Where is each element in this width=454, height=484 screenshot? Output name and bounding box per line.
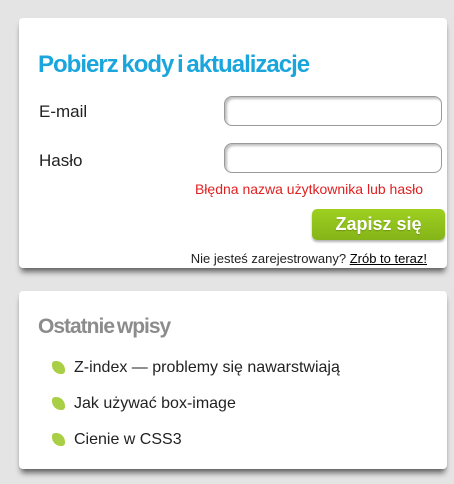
register-prompt-row: Nie jesteś zarejestrowany? Zrób to teraz… <box>191 251 427 266</box>
register-link[interactable]: Zrób to teraz! <box>350 251 427 266</box>
email-field[interactable] <box>224 96 442 126</box>
post-link[interactable]: Jak używać box-image <box>74 395 236 413</box>
leaf-bullet-icon <box>52 397 65 410</box>
login-card: Pobierz kody i aktualizacje E-mail Hasło… <box>19 18 447 268</box>
post-link[interactable]: Cienie w CSS3 <box>74 431 182 449</box>
recent-posts-card: Ostatnie wpisy Z-index — problemy się na… <box>19 291 447 469</box>
post-link[interactable]: Z-index — problemy się nawarstwiają <box>74 359 340 377</box>
password-label: Hasło <box>39 151 83 170</box>
login-title: Pobierz kody i aktualizacje <box>38 51 310 78</box>
leaf-bullet-icon <box>52 433 65 446</box>
register-prompt-text: Nie jesteś zarejestrowany? <box>190 251 350 266</box>
save-button[interactable]: Zapisz się <box>312 209 445 240</box>
recent-posts-title: Ostatnie wpisy <box>38 315 171 338</box>
login-error-message: Błędna nazwa użytkownika lub hasło <box>194 181 423 197</box>
leaf-bullet-icon <box>52 361 65 374</box>
email-label: E-mail <box>39 102 88 121</box>
password-field[interactable] <box>224 143 442 173</box>
